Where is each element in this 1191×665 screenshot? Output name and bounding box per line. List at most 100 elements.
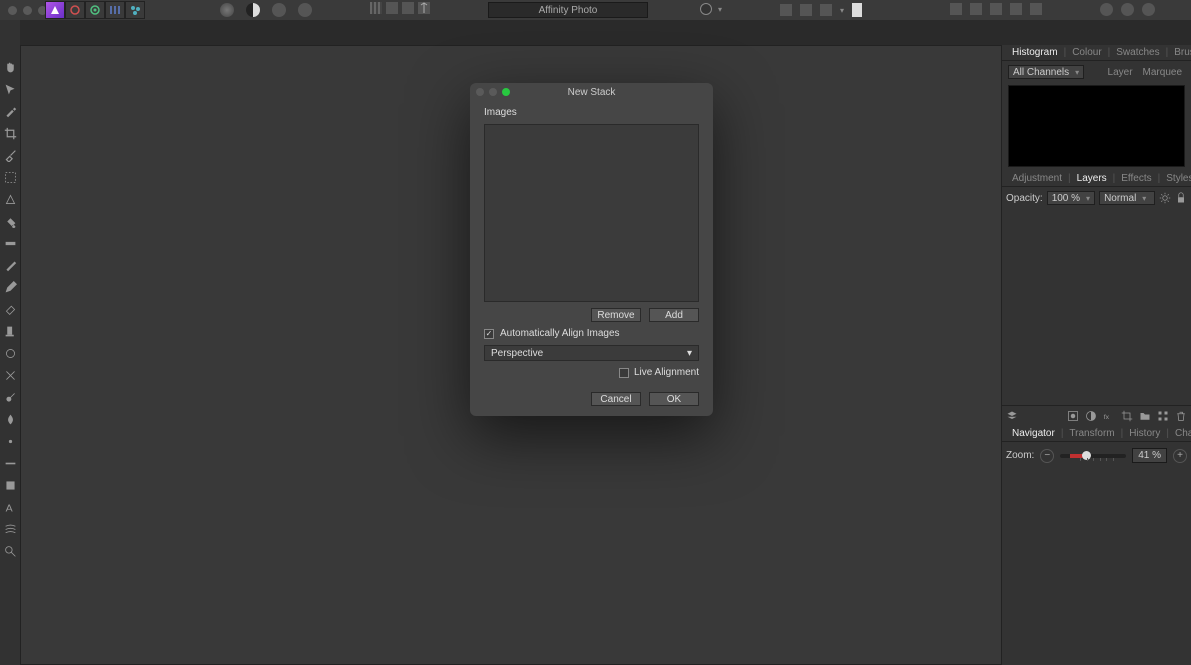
gear-icon[interactable] bbox=[1159, 192, 1171, 204]
images-list[interactable] bbox=[484, 124, 699, 302]
adjustment-icon[interactable] bbox=[1085, 410, 1097, 422]
cancel-button[interactable]: Cancel bbox=[591, 392, 641, 406]
marquee-button[interactable]: Marquee bbox=[1140, 67, 1185, 78]
tab-navigator[interactable]: Navigator bbox=[1010, 428, 1057, 439]
marquee-tool-icon[interactable] bbox=[3, 170, 17, 184]
toolbar-icon[interactable] bbox=[1010, 3, 1022, 15]
export-persona-icon[interactable] bbox=[125, 1, 145, 19]
folder-icon[interactable] bbox=[1139, 410, 1151, 422]
toolbar-icon[interactable] bbox=[418, 2, 430, 14]
dropdown-arrow-icon: ▾ bbox=[687, 348, 692, 359]
flood-select-icon[interactable] bbox=[3, 192, 17, 206]
tab-layers[interactable]: Layers bbox=[1075, 173, 1109, 184]
toolbar-icon[interactable] bbox=[1030, 3, 1042, 15]
liquify-persona-icon[interactable] bbox=[65, 1, 85, 19]
fx-icon[interactable]: fx bbox=[1103, 410, 1115, 422]
tab-adjustment[interactable]: Adjustment bbox=[1010, 173, 1064, 184]
clone-tool-icon[interactable] bbox=[3, 324, 17, 338]
burn-tool-icon[interactable] bbox=[3, 368, 17, 382]
toolbar-icon[interactable] bbox=[1121, 3, 1134, 16]
quickmask-icon[interactable] bbox=[700, 3, 712, 15]
ok-button[interactable]: OK bbox=[649, 392, 699, 406]
navigator-preview[interactable] bbox=[1002, 469, 1191, 665]
toolbar-icon[interactable] bbox=[820, 4, 832, 16]
remove-button[interactable]: Remove bbox=[591, 308, 641, 322]
colour-picker-icon[interactable] bbox=[3, 104, 17, 118]
live-alignment-checkbox[interactable] bbox=[619, 368, 629, 378]
fill-tool-icon[interactable] bbox=[3, 214, 17, 228]
toolbar-icon[interactable] bbox=[1142, 3, 1155, 16]
zoom-out-button[interactable]: − bbox=[1040, 449, 1054, 463]
persona-switcher[interactable] bbox=[45, 1, 145, 19]
toolbar-icon[interactable] bbox=[780, 4, 792, 16]
layer-button[interactable]: Layer bbox=[1105, 67, 1136, 78]
blur-tool-icon[interactable] bbox=[3, 412, 17, 426]
toolbar-icon[interactable] bbox=[970, 3, 982, 15]
dropdown-arrow-icon[interactable]: ▾ bbox=[840, 6, 844, 15]
brush-tool-icon[interactable] bbox=[3, 258, 17, 272]
trash-icon[interactable] bbox=[1175, 410, 1187, 422]
tab-brushes[interactable]: Brushes bbox=[1172, 47, 1191, 58]
tab-effects[interactable]: Effects bbox=[1119, 173, 1153, 184]
dropdown-arrow-icon[interactable]: ▾ bbox=[718, 5, 722, 14]
dodge-tool-icon[interactable] bbox=[3, 346, 17, 360]
smudge-tool-icon[interactable] bbox=[3, 390, 17, 404]
tab-colour[interactable]: Colour bbox=[1070, 47, 1103, 58]
text-tool-icon[interactable]: A bbox=[3, 500, 17, 514]
mask-icon[interactable] bbox=[1067, 410, 1079, 422]
toolbar-icon[interactable] bbox=[950, 3, 962, 15]
tone-mapping-persona-icon[interactable] bbox=[105, 1, 125, 19]
add-layer-icon[interactable] bbox=[1157, 410, 1169, 422]
layers-list[interactable] bbox=[1002, 209, 1191, 405]
window-traffic-lights[interactable] bbox=[8, 6, 47, 15]
svg-text:A: A bbox=[5, 502, 13, 513]
layers-icon[interactable] bbox=[1006, 410, 1018, 422]
left-tool-strip: A bbox=[0, 20, 20, 665]
toolbar-icon[interactable] bbox=[298, 3, 312, 17]
pencil-tool-icon[interactable] bbox=[3, 280, 17, 294]
move-tool-icon[interactable] bbox=[3, 82, 17, 96]
hand-tool-icon[interactable] bbox=[3, 60, 17, 74]
auto-align-checkbox[interactable] bbox=[484, 329, 494, 339]
tab-styles[interactable]: Styles bbox=[1164, 173, 1191, 184]
blendmode-dropdown[interactable]: Normal ▾ bbox=[1099, 191, 1155, 205]
channels-dropdown[interactable]: All Channels ▾ bbox=[1008, 65, 1084, 79]
dialog-titlebar[interactable]: New Stack bbox=[470, 83, 713, 101]
tab-history[interactable]: History bbox=[1127, 428, 1162, 439]
tab-transform[interactable]: Transform bbox=[1067, 428, 1116, 439]
toolbar-icon[interactable] bbox=[220, 3, 234, 17]
opacity-dropdown[interactable]: 100 % ▾ bbox=[1047, 191, 1095, 205]
tool-icon[interactable] bbox=[3, 434, 17, 448]
alignment-mode-dropdown[interactable]: Perspective ▾ bbox=[484, 345, 699, 361]
toolbar-icon[interactable] bbox=[370, 2, 382, 14]
toolbar-icon[interactable] bbox=[1100, 3, 1113, 16]
toolbar-icon[interactable] bbox=[246, 3, 260, 17]
tab-swatches[interactable]: Swatches bbox=[1114, 47, 1161, 58]
tool-icon[interactable] bbox=[3, 456, 17, 470]
blendmode-value: Normal bbox=[1104, 193, 1136, 204]
assistant-icon[interactable] bbox=[852, 3, 862, 17]
zoom-value[interactable]: 41 % bbox=[1132, 448, 1167, 463]
crop-icon[interactable] bbox=[1121, 410, 1133, 422]
develop-persona-icon[interactable] bbox=[85, 1, 105, 19]
zoom-in-button[interactable]: + bbox=[1173, 449, 1187, 463]
add-button[interactable]: Add bbox=[649, 308, 699, 322]
selection-brush-icon[interactable] bbox=[3, 148, 17, 162]
gradient-tool-icon[interactable] bbox=[3, 236, 17, 250]
toolbar-icon[interactable] bbox=[990, 3, 1002, 15]
shape-tool-icon[interactable] bbox=[3, 478, 17, 492]
erase-tool-icon[interactable] bbox=[3, 302, 17, 316]
photo-persona-icon[interactable] bbox=[45, 1, 65, 19]
lock-icon[interactable] bbox=[1175, 192, 1187, 204]
zoom-slider[interactable] bbox=[1060, 454, 1126, 458]
toolbar-icon[interactable] bbox=[402, 2, 414, 14]
dialog-traffic-lights[interactable] bbox=[476, 88, 510, 96]
mesh-warp-icon[interactable] bbox=[3, 522, 17, 536]
crop-tool-icon[interactable] bbox=[3, 126, 17, 140]
toolbar-icon[interactable] bbox=[272, 3, 286, 17]
tab-histogram[interactable]: Histogram bbox=[1010, 47, 1060, 58]
tab-channels[interactable]: Channels bbox=[1173, 428, 1191, 439]
toolbar-icon[interactable] bbox=[800, 4, 812, 16]
toolbar-icon[interactable] bbox=[386, 2, 398, 14]
zoom-tool-icon[interactable] bbox=[3, 544, 17, 558]
